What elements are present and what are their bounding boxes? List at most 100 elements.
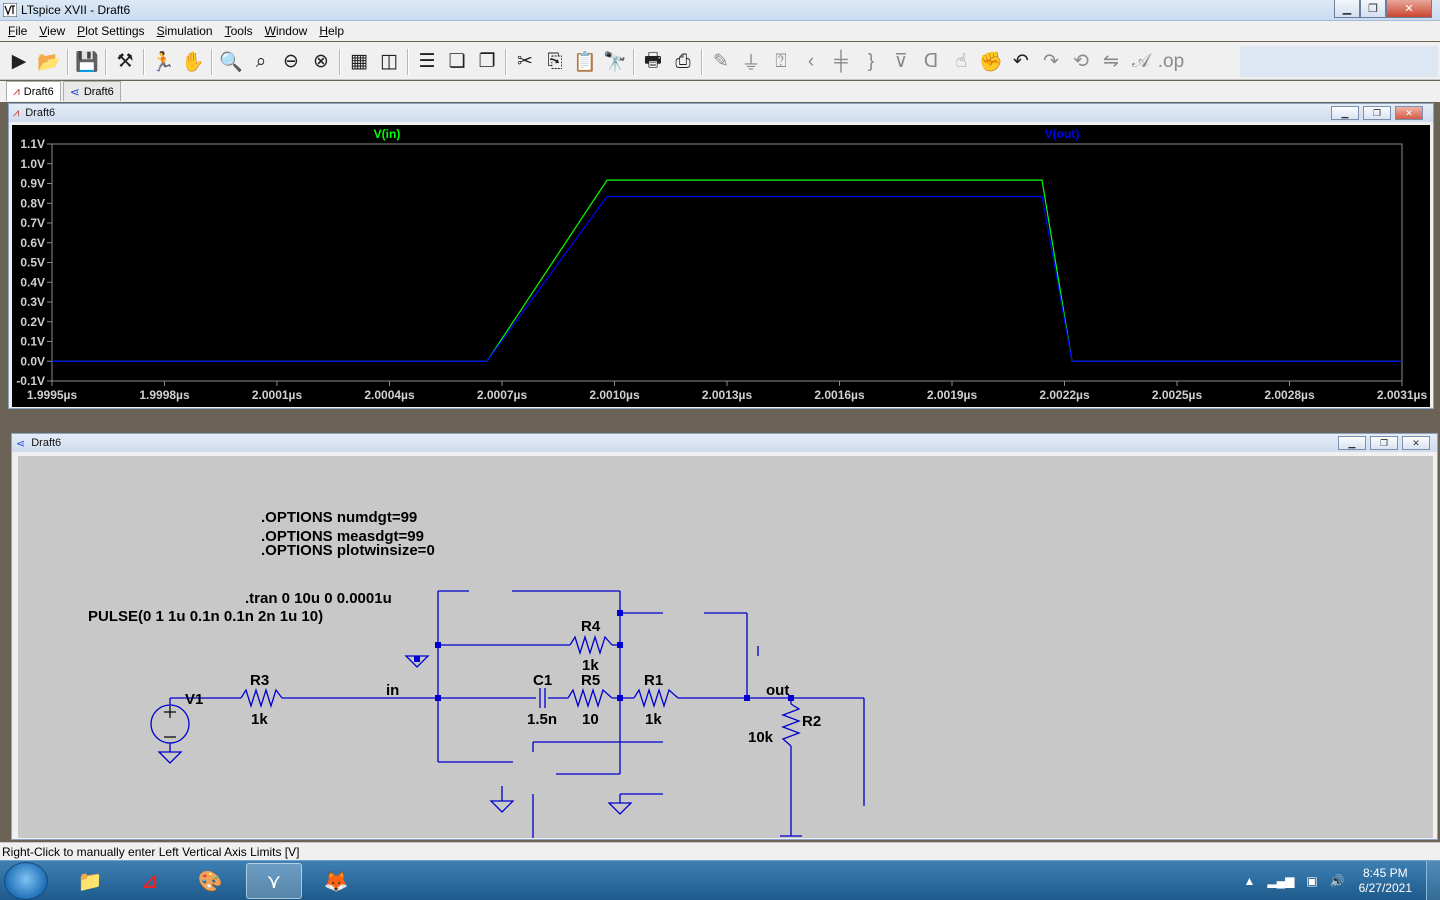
rotate-icon[interactable]: ⟲: [1066, 48, 1096, 76]
print-setup-icon[interactable]: ⎙: [668, 48, 698, 76]
firefox-taskbar-icon[interactable]: 🦊: [308, 863, 364, 899]
v1-label[interactable]: V1: [185, 691, 203, 708]
menu-view[interactable]: View: [33, 24, 71, 38]
r4-label[interactable]: R4: [581, 618, 601, 635]
diode-icon[interactable]: ⊽: [886, 48, 916, 76]
schematic-close-button[interactable]: ✕: [1402, 436, 1430, 450]
move-hand-icon[interactable]: ☝: [946, 48, 976, 76]
show-desktop-button[interactable]: [1426, 861, 1440, 900]
waveform-restore-button[interactable]: ❐: [1363, 106, 1391, 120]
schematic-restore-button[interactable]: ❐: [1370, 436, 1398, 450]
r2-value[interactable]: 10k: [748, 729, 774, 746]
r1-label[interactable]: R1: [644, 672, 663, 689]
r2-label[interactable]: R2: [802, 713, 821, 730]
redo-icon[interactable]: ↷: [1036, 48, 1066, 76]
copy-icon[interactable]: ⎘: [540, 48, 570, 76]
schematic-minimize-button[interactable]: ▁: [1338, 436, 1366, 450]
minimize-button[interactable]: ▁: [1334, 0, 1360, 18]
draw-wire-icon[interactable]: ✎: [706, 48, 736, 76]
cascade-icon[interactable]: ❏: [442, 48, 472, 76]
menu-help[interactable]: Help: [313, 24, 350, 38]
ltspice-taskbar-icon[interactable]: ⋎: [246, 863, 302, 899]
paint-taskbar-icon[interactable]: 🎨: [182, 863, 238, 899]
show-hidden-icons-icon[interactable]: ▲: [1243, 874, 1255, 888]
mirror-icon[interactable]: ⇋: [1096, 48, 1126, 76]
text-icon[interactable]: 𝒜: [1126, 48, 1156, 76]
maximize-button[interactable]: ❐: [1360, 0, 1386, 18]
directive-plotwinsize[interactable]: .OPTIONS plotwinsize=0: [261, 542, 435, 559]
menu-file[interactable]: File: [2, 24, 33, 38]
x-tick-label: 2.0010µs: [589, 388, 640, 402]
clock-time: 8:45 PM: [1362, 866, 1408, 880]
net-out-label[interactable]: out: [766, 682, 789, 699]
r1-value[interactable]: 1k: [645, 711, 662, 728]
r3-value[interactable]: 1k: [251, 711, 268, 728]
undo-icon[interactable]: ↶: [1006, 48, 1036, 76]
directive-tran[interactable]: .tran 0 10u 0 0.0001u: [245, 590, 392, 607]
tile-vertical-icon[interactable]: ❐: [472, 48, 502, 76]
autorange-icon[interactable]: ▦: [344, 48, 374, 76]
r5-value[interactable]: 10: [582, 711, 599, 728]
tab-label: Draft6: [83, 85, 114, 98]
network-icon[interactable]: ▂▄▆: [1267, 874, 1294, 888]
tab-schematic[interactable]: ⋖ Draft6: [62, 81, 121, 101]
schematic-icon: ⋖: [16, 437, 26, 450]
waveform-plot[interactable]: 1.1V 1.0V 0.9V 0.8V 0.7V 0.6V 0.5V 0.4V 0.3V 0.2V…: [12, 125, 1430, 407]
ground-icon[interactable]: ⏚: [736, 48, 766, 76]
spice-directive-icon[interactable]: .op: [1156, 48, 1186, 76]
zoom-out-icon[interactable]: ⊖: [276, 48, 306, 76]
close-button[interactable]: ✕: [1386, 0, 1432, 18]
y-tick-label: 0.4V: [20, 275, 45, 289]
y-tick-label: 0.3V: [20, 295, 45, 309]
paste-icon[interactable]: 📋: [570, 48, 600, 76]
v1-pulse-value[interactable]: PULSE(0 1 1u 0.1n 0.1n 2n 1u 10): [88, 608, 323, 625]
print-icon[interactable]: 🖶: [638, 48, 668, 76]
menu-tools[interactable]: Tools: [219, 24, 259, 38]
waveform-close-button[interactable]: ✕: [1395, 106, 1423, 120]
legend-label[interactable]: V(in): [374, 127, 401, 141]
clock[interactable]: 8:45 PM 6/27/2021: [1359, 866, 1412, 896]
schematic-canvas[interactable]: .OPTIONS numdgt=99 .OPTIONS measdgt=99 .…: [18, 456, 1433, 838]
taskbar: 📁 ⊿ 🎨 ⋎ 🦊 ▲ ▂▄▆ ▣ 🔊 8:45 PM 6/27/2021: [0, 860, 1440, 900]
c1-value[interactable]: 1.5n: [527, 711, 557, 728]
halt-hand-icon[interactable]: ✋: [178, 48, 208, 76]
zoom-fit-icon[interactable]: ⊗: [306, 48, 336, 76]
schematic-drawing[interactable]: .OPTIONS numdgt=99 .OPTIONS measdgt=99 .…: [18, 456, 1433, 838]
r3-label[interactable]: R3: [250, 672, 269, 689]
find-icon[interactable]: 🔭: [600, 48, 630, 76]
zoom-pan-icon[interactable]: ⌕: [246, 48, 276, 76]
legend-label[interactable]: V(out): [1045, 127, 1080, 141]
menu-window[interactable]: Window: [259, 24, 314, 38]
pick-visible-traces-icon[interactable]: ◫: [374, 48, 404, 76]
explorer-taskbar-icon[interactable]: 📁: [62, 863, 118, 899]
x-tick-label: 1.9998µs: [139, 388, 190, 402]
tab-waveform[interactable]: ⩘ Draft6: [6, 81, 61, 101]
resistor-icon[interactable]: ‹: [796, 48, 826, 76]
acrobat-taskbar-icon[interactable]: ⊿: [122, 863, 178, 899]
menu-simulation[interactable]: Simulation: [151, 24, 219, 38]
component-icon[interactable]: ᗡ: [916, 48, 946, 76]
cut-icon[interactable]: ✂: [510, 48, 540, 76]
open-folder-icon[interactable]: 📂: [34, 48, 64, 76]
menu-plot-settings[interactable]: Plot Settings: [71, 24, 150, 38]
tile-horizontal-icon[interactable]: ☰: [412, 48, 442, 76]
volume-icon[interactable]: 🔊: [1330, 874, 1345, 888]
waveform-minimize-button[interactable]: ▁: [1331, 106, 1359, 120]
save-icon[interactable]: 💾: [72, 48, 102, 76]
inductor-icon[interactable]: }: [856, 48, 886, 76]
control-panel-icon[interactable]: ⚒: [110, 48, 140, 76]
label-net-icon[interactable]: ⍰: [766, 48, 796, 76]
directive-numdgt[interactable]: .OPTIONS numdgt=99: [261, 509, 417, 526]
y-tick-label: -0.1V: [16, 374, 45, 388]
c1-label[interactable]: C1: [533, 672, 552, 689]
zoom-in-icon[interactable]: 🔍: [216, 48, 246, 76]
start-button[interactable]: [4, 862, 48, 900]
waveform-chart[interactable]: 1.1V 1.0V 0.9V 0.8V 0.7V 0.6V 0.5V 0.4V 0.3V 0.2V…: [12, 125, 1430, 407]
run-simulation-icon[interactable]: 🏃: [148, 48, 178, 76]
r5-label[interactable]: R5: [581, 672, 600, 689]
net-in-label[interactable]: in: [386, 682, 399, 699]
device-icon[interactable]: ▣: [1306, 874, 1317, 888]
drag-hand-icon[interactable]: ✊: [976, 48, 1006, 76]
capacitor-icon[interactable]: ╪: [826, 48, 856, 76]
run-icon[interactable]: ▶: [4, 48, 34, 76]
